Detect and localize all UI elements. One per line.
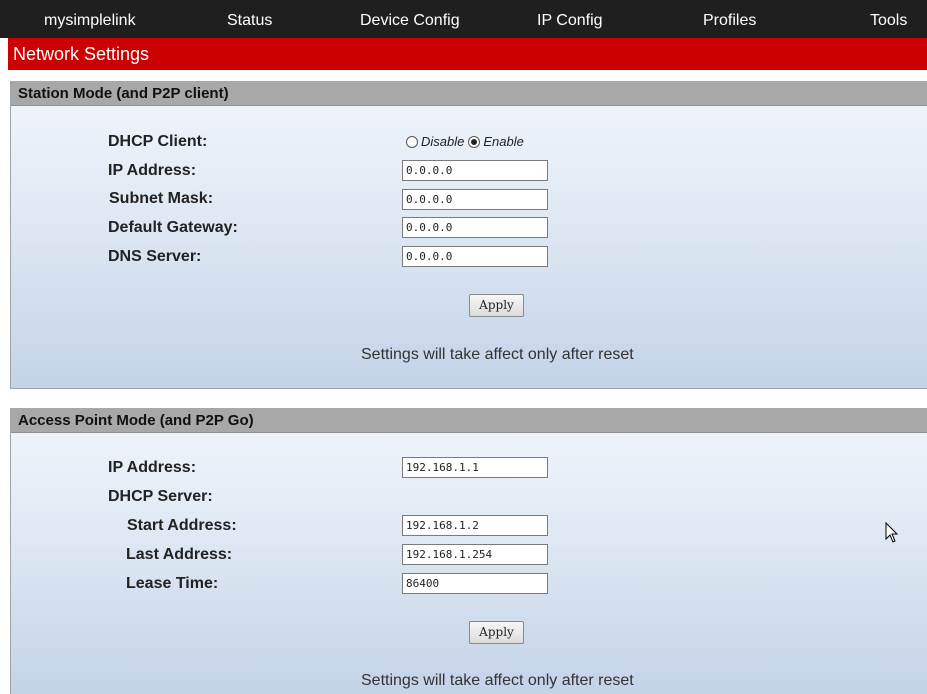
- default-gateway-input[interactable]: [402, 217, 548, 238]
- station-ip-input[interactable]: [402, 160, 548, 181]
- start-address-label: Start Address:: [127, 517, 237, 534]
- station-section-title: Station Mode (and P2P client): [18, 85, 229, 102]
- dns-server-label: DNS Server:: [108, 248, 202, 265]
- nav-item-tools[interactable]: Tools: [870, 0, 907, 38]
- dhcp-enable-label: Enable: [483, 134, 524, 149]
- start-address-input[interactable]: [402, 515, 548, 536]
- station-ip-label: IP Address:: [108, 162, 197, 179]
- ap-section-title: Access Point Mode (and P2P Go): [18, 412, 254, 429]
- page-title: Network Settings: [13, 44, 150, 64]
- ap-reset-note: Settings will take affect only after res…: [361, 672, 634, 689]
- ap-ip-label: IP Address:: [108, 459, 197, 476]
- last-address-input[interactable]: [402, 544, 548, 565]
- dhcp-enable-radio[interactable]: [468, 135, 481, 148]
- dhcp-server-label: DHCP Server:: [108, 488, 213, 505]
- ap-ip-input[interactable]: [402, 457, 548, 478]
- dhcp-disable-radio[interactable]: [406, 135, 418, 148]
- default-gateway-label: Default Gateway:: [108, 219, 238, 236]
- access-point-section: Access Point Mode (and P2P Go) IP Addres…: [10, 408, 927, 694]
- dhcp-client-label: DHCP Client:: [108, 133, 208, 150]
- nav-item-ip-config[interactable]: IP Config: [537, 0, 603, 38]
- mouse-cursor-icon: [885, 522, 899, 543]
- station-reset-note: Settings will take affect only after res…: [361, 346, 634, 363]
- station-mode-section: Station Mode (and P2P client) DHCP Clien…: [10, 81, 927, 389]
- lease-time-label: Lease Time:: [126, 575, 219, 592]
- subnet-mask-input[interactable]: [402, 189, 548, 210]
- page-title-bar: Network Settings: [8, 38, 927, 70]
- subnet-mask-label: Subnet Mask:: [109, 190, 214, 207]
- nav-item-device-config[interactable]: Device Config: [360, 0, 460, 38]
- dhcp-client-radio-group: Disable Enable: [406, 134, 528, 149]
- lease-time-input[interactable]: [402, 573, 548, 594]
- dns-server-input[interactable]: [402, 246, 548, 267]
- station-apply-button[interactable]: Apply: [469, 294, 524, 317]
- nav-item-status[interactable]: Status: [227, 0, 272, 38]
- top-nav-bar: mysimplelink Status Device Config IP Con…: [0, 0, 927, 38]
- ap-section-header: Access Point Mode (and P2P Go): [11, 408, 927, 433]
- dhcp-disable-label: Disable: [421, 134, 465, 149]
- nav-item-profiles[interactable]: Profiles: [703, 0, 756, 38]
- station-section-header: Station Mode (and P2P client): [11, 81, 927, 106]
- nav-item-mysimplelink[interactable]: mysimplelink: [44, 0, 136, 38]
- last-address-label: Last Address:: [126, 546, 233, 563]
- ap-apply-button[interactable]: Apply: [469, 621, 524, 644]
